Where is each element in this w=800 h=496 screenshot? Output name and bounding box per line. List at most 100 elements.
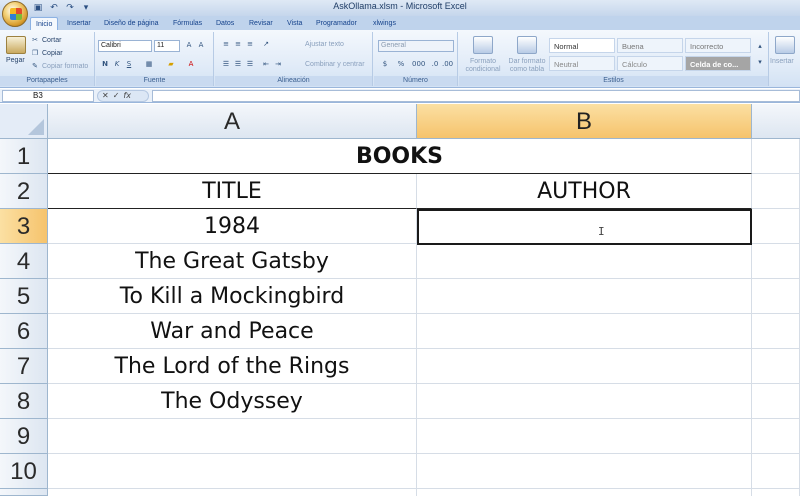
insert-function-button[interactable]: fx <box>123 91 131 101</box>
cell-a3[interactable]: 1984 <box>48 209 417 244</box>
column-header-b[interactable]: B <box>417 104 752 139</box>
font-color-icon[interactable]: A <box>186 60 196 69</box>
cell-b5[interactable] <box>417 279 752 314</box>
underline-button[interactable]: S <box>124 60 134 69</box>
row-header-8[interactable]: 8 <box>0 384 48 419</box>
tab-insertar[interactable]: Insertar <box>62 17 96 30</box>
align-bottom-icon[interactable]: ≡ <box>245 40 255 49</box>
style-normal[interactable]: Normal <box>549 38 615 53</box>
tab-programador[interactable]: Programador <box>311 17 362 30</box>
cell-a2[interactable]: TITLE <box>48 174 417 209</box>
row-header-5[interactable]: 5 <box>0 279 48 314</box>
conditional-format-icon[interactable] <box>473 36 493 54</box>
tab-inicio[interactable]: Inicio <box>30 17 59 30</box>
row-header-10[interactable]: 10 <box>0 454 48 489</box>
bold-button[interactable]: N <box>100 60 110 69</box>
style-good[interactable]: Buena <box>617 38 683 53</box>
column-header-c[interactable] <box>752 104 800 139</box>
increase-indent-icon[interactable]: ⇥ <box>273 60 283 69</box>
cell-b4[interactable] <box>417 244 752 279</box>
font-name-select[interactable]: Calibri <box>98 40 152 52</box>
cell-a10[interactable] <box>48 454 417 489</box>
formula-input[interactable] <box>152 90 800 102</box>
insert-cells-button[interactable]: Insertar <box>770 58 794 65</box>
align-left-icon[interactable]: ☰ <box>221 60 231 69</box>
cell-a8[interactable]: The Odyssey <box>48 384 417 419</box>
cell-b7[interactable] <box>417 349 752 384</box>
cell-b3[interactable] <box>417 209 752 244</box>
tab-formulas[interactable]: Fórmulas <box>168 17 207 30</box>
align-middle-icon[interactable]: ≡ <box>233 40 243 49</box>
row-header-6[interactable]: 6 <box>0 314 48 349</box>
paste-button[interactable]: Pegar <box>6 57 25 64</box>
cut-button[interactable]: Cortar <box>42 37 61 44</box>
cell-a7[interactable]: The Lord of the Rings <box>48 349 417 384</box>
italic-button[interactable]: K <box>112 60 122 69</box>
cell-a9[interactable] <box>48 419 417 454</box>
cell-c5[interactable] <box>752 279 800 314</box>
cell-a5[interactable]: To Kill a Mockingbird <box>48 279 417 314</box>
cell-c8[interactable] <box>752 384 800 419</box>
increase-decimal-icon[interactable]: .0 <box>430 60 440 69</box>
format-painter-button[interactable]: Copiar formato <box>42 63 88 70</box>
cell-b9[interactable] <box>417 419 752 454</box>
style-calculation[interactable]: Cálculo <box>617 56 683 71</box>
format-as-table-icon[interactable] <box>517 36 537 54</box>
cell-c3[interactable] <box>752 209 800 244</box>
cell-c6[interactable] <box>752 314 800 349</box>
cell-b6[interactable] <box>417 314 752 349</box>
row-header-4[interactable]: 4 <box>0 244 48 279</box>
cell-c10[interactable] <box>752 454 800 489</box>
select-all-button[interactable] <box>0 104 48 139</box>
copy-button[interactable]: Copiar <box>42 50 63 57</box>
font-size-select[interactable]: 11 <box>154 40 180 52</box>
orientation-icon[interactable]: ↗ <box>261 40 271 49</box>
office-button[interactable] <box>2 1 28 27</box>
row-header-7[interactable]: 7 <box>0 349 48 384</box>
row-header-9[interactable]: 9 <box>0 419 48 454</box>
borders-icon[interactable]: ▦ <box>144 60 154 69</box>
format-as-table-button[interactable]: Dar formato como tabla <box>505 58 549 74</box>
row-header-2[interactable]: 2 <box>0 174 48 209</box>
style-neutral[interactable]: Neutral <box>549 56 615 71</box>
cell-b10[interactable] <box>417 454 752 489</box>
cell-c7[interactable] <box>752 349 800 384</box>
cell-c1[interactable] <box>752 139 800 174</box>
row-header-3[interactable]: 3 <box>0 209 48 244</box>
align-center-icon[interactable]: ☰ <box>233 60 243 69</box>
wrap-text-button[interactable]: Ajustar texto <box>305 41 344 48</box>
row-header-1[interactable]: 1 <box>0 139 48 174</box>
cell-c2[interactable] <box>752 174 800 209</box>
tab-datos[interactable]: Datos <box>211 17 239 30</box>
cell-b11[interactable] <box>417 489 752 496</box>
shrink-font-icon[interactable]: A <box>196 41 206 50</box>
cell-c4[interactable] <box>752 244 800 279</box>
align-right-icon[interactable]: ☰ <box>245 60 255 69</box>
decrease-indent-icon[interactable]: ⇤ <box>261 60 271 69</box>
grow-font-icon[interactable]: A <box>184 41 194 50</box>
number-format-select[interactable]: General <box>378 40 454 52</box>
enter-icon[interactable]: ✓ <box>113 91 120 101</box>
cell-a11[interactable] <box>48 489 417 496</box>
cell-a6[interactable]: War and Peace <box>48 314 417 349</box>
tab-xlwings[interactable]: xlwings <box>368 17 401 30</box>
comma-style-icon[interactable]: 000 <box>412 60 425 69</box>
cell-c11[interactable] <box>752 489 800 496</box>
cell-c9[interactable] <box>752 419 800 454</box>
merge-center-button[interactable]: Combinar y centrar <box>305 61 365 68</box>
style-bad[interactable]: Incorrecto <box>685 38 751 53</box>
insert-cells-icon[interactable] <box>775 36 795 54</box>
row-header-11[interactable] <box>0 489 48 496</box>
style-check-cell[interactable]: Celda de co... <box>685 56 751 71</box>
name-box[interactable]: B3 <box>2 90 94 102</box>
align-top-icon[interactable]: ≡ <box>221 40 231 49</box>
tab-diseno-pagina[interactable]: Diseño de página <box>99 17 164 30</box>
percent-icon[interactable]: % <box>396 60 406 69</box>
cell-b8[interactable] <box>417 384 752 419</box>
styles-scroll-up-icon[interactable]: ▴ <box>755 42 765 51</box>
cell-a4[interactable]: The Great Gatsby <box>48 244 417 279</box>
decrease-decimal-icon[interactable]: .00 <box>442 60 453 69</box>
tab-vista[interactable]: Vista <box>282 17 307 30</box>
column-header-a[interactable]: A <box>48 104 417 139</box>
cancel-icon[interactable]: ✕ <box>102 91 109 101</box>
